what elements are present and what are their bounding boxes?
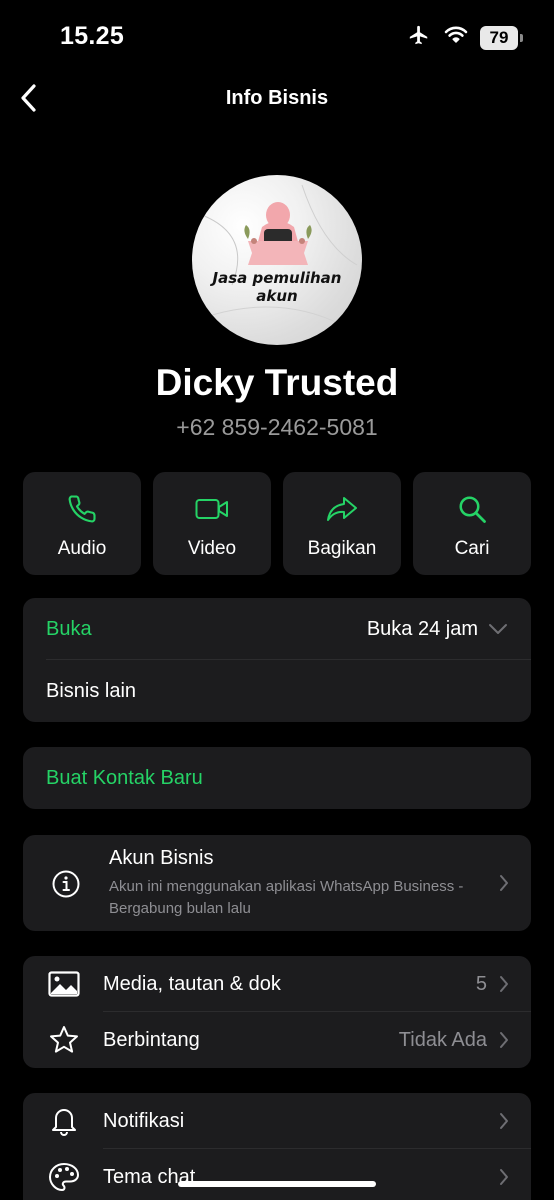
palette-icon [48, 1161, 80, 1193]
info-icon [51, 869, 81, 904]
other-business-label: Bisnis lain [46, 679, 137, 702]
business-account-row[interactable]: Akun Bisnis Akun ini menggunakan aplikas… [23, 835, 531, 931]
status-time: 15.25 [60, 22, 125, 50]
new-contact-label: Buat Kontak Baru [46, 766, 203, 789]
notifications-label: Notifikasi [103, 1109, 185, 1132]
hours-status: Buka [46, 617, 92, 640]
profile-phone: +62 859-2462-5081 [176, 414, 378, 440]
starred-row[interactable]: Berbintang Tidak Ada [23, 1012, 531, 1068]
chevron-down-icon [488, 618, 508, 641]
image-icon [48, 968, 80, 1000]
new-contact-button[interactable]: Buat Kontak Baru [23, 747, 531, 809]
share-button[interactable]: Bagikan [283, 472, 401, 575]
chevron-right-icon [499, 975, 509, 993]
avatar-caption: Jasa pemulihan akun [212, 269, 342, 305]
share-label: Bagikan [307, 538, 377, 559]
status-icons: 79 [406, 24, 523, 51]
hours-value-wrap: Buka 24 jam [367, 618, 508, 641]
audio-call-button[interactable]: Audio [23, 472, 141, 575]
media-row[interactable]: Media, tautan & dok 5 [23, 956, 531, 1012]
avatar[interactable]: Jasa pemulihan akun [192, 175, 362, 345]
battery-indicator: 79 [480, 25, 523, 50]
search-icon [457, 494, 487, 524]
video-call-button[interactable]: Video [153, 472, 271, 575]
status-bar: 15.25 79 [0, 0, 554, 76]
media-count: 5 [475, 972, 487, 995]
home-indicator [178, 1181, 376, 1187]
media-label: Media, tautan & dok [103, 972, 281, 995]
search-button[interactable]: Cari [413, 472, 531, 575]
notifications-row[interactable]: Notifikasi [23, 1093, 531, 1149]
starred-value: Tidak Ada [398, 1028, 487, 1051]
video-icon [195, 494, 229, 524]
business-hours-card: Buka Buka 24 jam Bisnis lain [23, 598, 531, 722]
avatar-illustration [201, 184, 358, 326]
airplane-icon [406, 24, 432, 51]
starred-label: Berbintang [103, 1028, 200, 1051]
star-icon [48, 1024, 80, 1056]
business-account-subtitle: Akun ini menggunakan aplikasi WhatsApp B… [109, 877, 464, 917]
media-card: Media, tautan & dok 5 Berbintang Tidak A… [23, 956, 531, 1068]
phone-icon [67, 494, 97, 524]
action-buttons: Audio Video Bagikan Cari [23, 472, 531, 575]
chevron-right-icon [499, 1112, 509, 1130]
other-business-row[interactable]: Bisnis lain [23, 660, 531, 722]
business-account-title: Akun Bisnis [109, 846, 214, 869]
new-contact-card: Buat Kontak Baru [23, 747, 531, 809]
share-icon [326, 494, 358, 524]
nav-bar: Info Bisnis [0, 76, 554, 122]
wifi-icon [444, 25, 468, 50]
chevron-right-icon [499, 1031, 509, 1049]
business-account-text: Akun Bisnis Akun ini menggunakan aplikas… [109, 847, 491, 920]
page-title: Info Bisnis [225, 87, 329, 109]
chevron-right-icon [499, 874, 509, 892]
hours-value: Buka 24 jam [366, 617, 478, 640]
audio-label: Audio [57, 538, 107, 559]
video-label: Video [187, 538, 237, 559]
business-account-card: Akun Bisnis Akun ini menggunakan aplikas… [23, 835, 531, 931]
search-label: Cari [454, 538, 490, 559]
bell-icon [48, 1105, 80, 1137]
chat-theme-row[interactable]: Tema chat [23, 1149, 531, 1200]
hours-row[interactable]: Buka Buka 24 jam [23, 598, 531, 660]
chevron-right-icon [499, 1168, 509, 1186]
profile-name: Dicky Trusted [155, 362, 399, 403]
